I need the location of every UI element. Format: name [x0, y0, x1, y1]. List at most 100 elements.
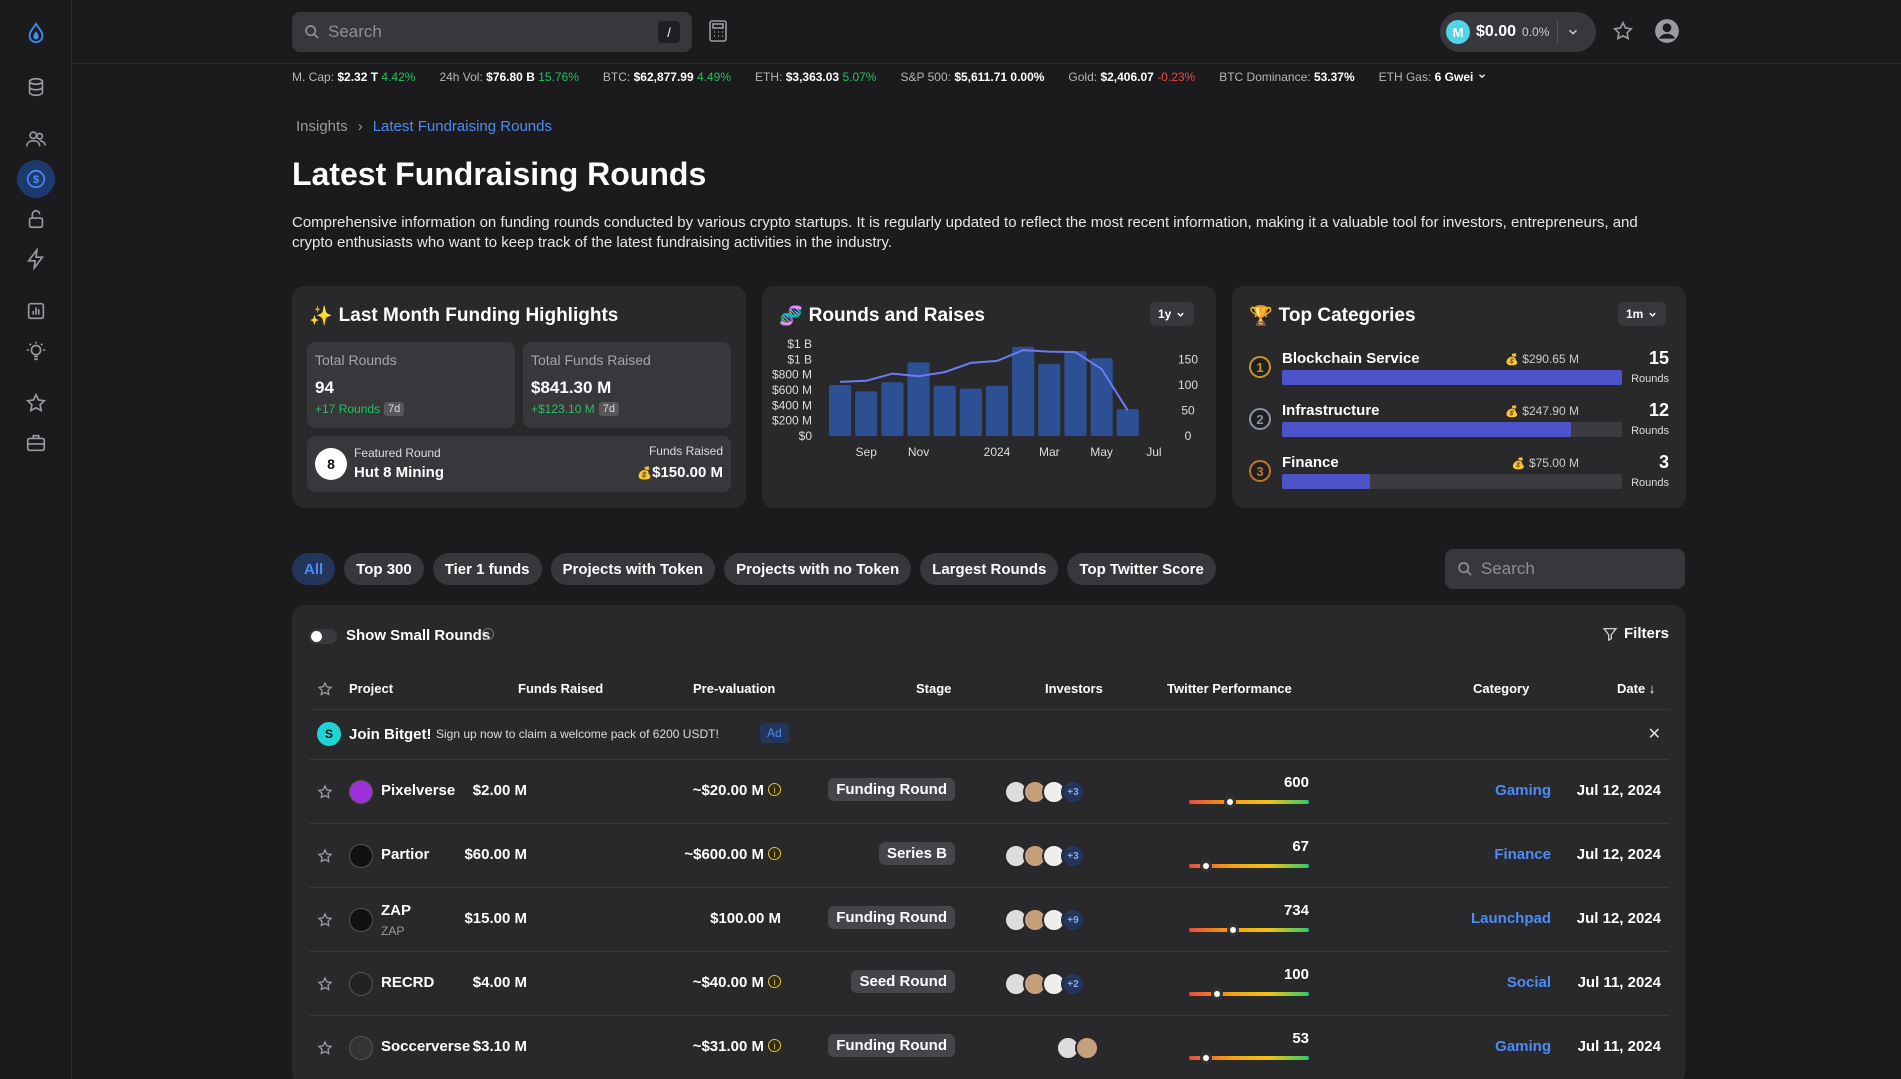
- star-outline-icon[interactable]: [317, 681, 333, 697]
- col-header-preval[interactable]: Pre-valuation: [693, 681, 775, 696]
- project-name[interactable]: Pixelverse: [381, 782, 455, 799]
- filter-chip[interactable]: Projects with no Token: [724, 553, 912, 585]
- table-row[interactable]: Soccerverse $3.10 M ~$31.00 M i Funding …: [309, 1015, 1669, 1079]
- briefcase-icon[interactable]: [17, 424, 55, 462]
- x-tick-label: May: [1090, 445, 1113, 459]
- lightning-icon[interactable]: [17, 240, 55, 278]
- featured-round-box[interactable]: 8 Featured Round Hut 8 Mining Funds Rais…: [307, 436, 731, 492]
- calculator-icon[interactable]: [708, 20, 728, 45]
- star-outline-icon[interactable]: [317, 848, 333, 864]
- chevron-down-icon: [1478, 74, 1485, 79]
- col-header-category[interactable]: Category: [1473, 681, 1529, 696]
- rank-badge: 1: [1249, 356, 1271, 378]
- twitter-score: 600: [1283, 774, 1309, 791]
- funds-raised: $4.00 M: [472, 974, 527, 991]
- raise-bar: [1064, 351, 1087, 436]
- category-row[interactable]: 3 Finance 💰 $75.00 M 3 Rounds: [1249, 452, 1669, 498]
- filter-chip[interactable]: All: [292, 553, 336, 585]
- total-rounds-value: 94: [315, 378, 334, 397]
- star-outline-icon[interactable]: [317, 1040, 333, 1056]
- ad-text: Sign up now to claim a welcome pack of 6…: [436, 727, 719, 741]
- star-outline-icon[interactable]: [317, 912, 333, 928]
- category-name: Blockchain Service: [1282, 350, 1420, 367]
- col-header-project[interactable]: Project: [349, 681, 393, 696]
- investor-avatars: +3: [1004, 844, 1085, 868]
- col-header-stage[interactable]: Stage: [916, 681, 951, 696]
- filters-button[interactable]: Filters: [1602, 625, 1669, 642]
- y-left-tick-label: $400 M: [772, 398, 812, 412]
- category-link[interactable]: Launchpad: [1471, 910, 1551, 927]
- category-link[interactable]: Gaming: [1495, 782, 1551, 799]
- investor-avatar[interactable]: [1075, 1036, 1099, 1060]
- filter-chip[interactable]: Top Twitter Score: [1067, 553, 1216, 585]
- ad-badge: Ad: [760, 723, 789, 743]
- info-icon[interactable]: i: [768, 1039, 781, 1052]
- star-outline-icon[interactable]: [317, 976, 333, 992]
- breadcrumb-current[interactable]: Latest Fundraising Rounds: [373, 118, 552, 135]
- database-icon[interactable]: [17, 68, 55, 106]
- lightbulb-icon[interactable]: [17, 332, 55, 370]
- category-link[interactable]: Finance: [1494, 846, 1551, 863]
- svg-text:$: $: [33, 174, 39, 186]
- raise-bar: [907, 362, 930, 436]
- small-rounds-toggle[interactable]: [309, 629, 337, 644]
- filter-chip[interactable]: Largest Rounds: [920, 553, 1059, 585]
- ad-row[interactable]: S Join Bitget! Sign up now to claim a we…: [309, 709, 1669, 759]
- raise-bar: [985, 385, 1009, 436]
- bar-chart-icon[interactable]: [17, 292, 55, 330]
- info-icon[interactable]: i: [768, 783, 781, 796]
- money-bag-icon: 💰: [637, 466, 653, 480]
- project-name[interactable]: Partior: [381, 846, 429, 863]
- total-funds-label: Total Funds Raised: [531, 352, 651, 368]
- category-link[interactable]: Gaming: [1495, 1038, 1551, 1055]
- table-row[interactable]: RECRD $4.00 M ~$40.00 M i Seed Round +2 …: [309, 951, 1669, 1015]
- user-avatar-icon[interactable]: [1654, 18, 1680, 47]
- project-name[interactable]: RECRD: [381, 974, 434, 991]
- rank-badge: 3: [1249, 460, 1271, 482]
- filter-chip[interactable]: Top 300: [344, 553, 424, 585]
- twitter-performance: 67: [1189, 838, 1309, 872]
- star-outline-icon[interactable]: [317, 784, 333, 800]
- investors-more-badge[interactable]: +9: [1061, 908, 1085, 932]
- category-bar: [1282, 422, 1622, 437]
- info-icon[interactable]: i: [482, 628, 494, 640]
- col-header-date[interactable]: Date ↓: [1617, 681, 1655, 696]
- users-icon[interactable]: [17, 120, 55, 158]
- rank-badge: 2: [1249, 408, 1271, 430]
- info-icon[interactable]: i: [768, 975, 781, 988]
- logo-drop-icon[interactable]: [17, 14, 55, 52]
- table-row[interactable]: Partior $60.00 M ~$600.00 M i Series B +…: [309, 823, 1669, 887]
- category-row[interactable]: 2 Infrastructure 💰 $247.90 M 12 Rounds: [1249, 400, 1669, 446]
- category-row[interactable]: 1 Blockchain Service 💰 $290.65 M 15 Round…: [1249, 348, 1669, 394]
- col-header-twitter[interactable]: Twitter Performance: [1167, 681, 1292, 696]
- investors-more-badge[interactable]: +3: [1061, 780, 1085, 804]
- filter-chip[interactable]: Tier 1 funds: [432, 553, 542, 585]
- close-icon[interactable]: ✕: [1648, 724, 1661, 744]
- categories-period-value: 1m: [1626, 307, 1644, 321]
- table-search-input[interactable]: Search: [1445, 549, 1685, 589]
- dollar-circle-icon[interactable]: $: [17, 160, 55, 198]
- col-header-funds[interactable]: Funds Raised: [518, 681, 603, 696]
- star-icon[interactable]: [17, 384, 55, 422]
- table-row[interactable]: ZAP ZAP $15.00 M $100.00 M Funding Round…: [309, 887, 1669, 951]
- col-header-investors[interactable]: Investors: [1045, 681, 1103, 696]
- watchlist-star-icon[interactable]: [1612, 20, 1634, 45]
- wallet-balance-button[interactable]: M $0.00 0.0%: [1440, 12, 1596, 52]
- info-icon[interactable]: i: [768, 847, 781, 860]
- funds-raised: $2.00 M: [472, 782, 527, 799]
- chart-period-dropdown[interactable]: 1y: [1150, 302, 1195, 326]
- project-name[interactable]: Soccerverse: [381, 1038, 470, 1055]
- categories-period-dropdown[interactable]: 1m: [1618, 302, 1667, 326]
- investors-more-badge[interactable]: +2: [1061, 972, 1085, 996]
- project-name[interactable]: ZAP: [381, 902, 411, 919]
- global-search-input[interactable]: Search /: [292, 12, 692, 52]
- filter-chip[interactable]: Projects with Token: [550, 553, 716, 585]
- search-shortcut-key: /: [658, 21, 680, 43]
- breadcrumb-insights[interactable]: Insights: [296, 118, 348, 135]
- category-link[interactable]: Social: [1507, 974, 1551, 991]
- table-row[interactable]: Pixelverse $2.00 M ~$20.00 M i Funding R…: [309, 759, 1669, 823]
- y-right-tick-label: 150: [1178, 352, 1198, 366]
- unlock-icon[interactable]: [17, 200, 55, 238]
- investors-more-badge[interactable]: +3: [1061, 844, 1085, 868]
- ticker-eth-gas[interactable]: ETH Gas: 6 Gwei: [1379, 70, 1487, 84]
